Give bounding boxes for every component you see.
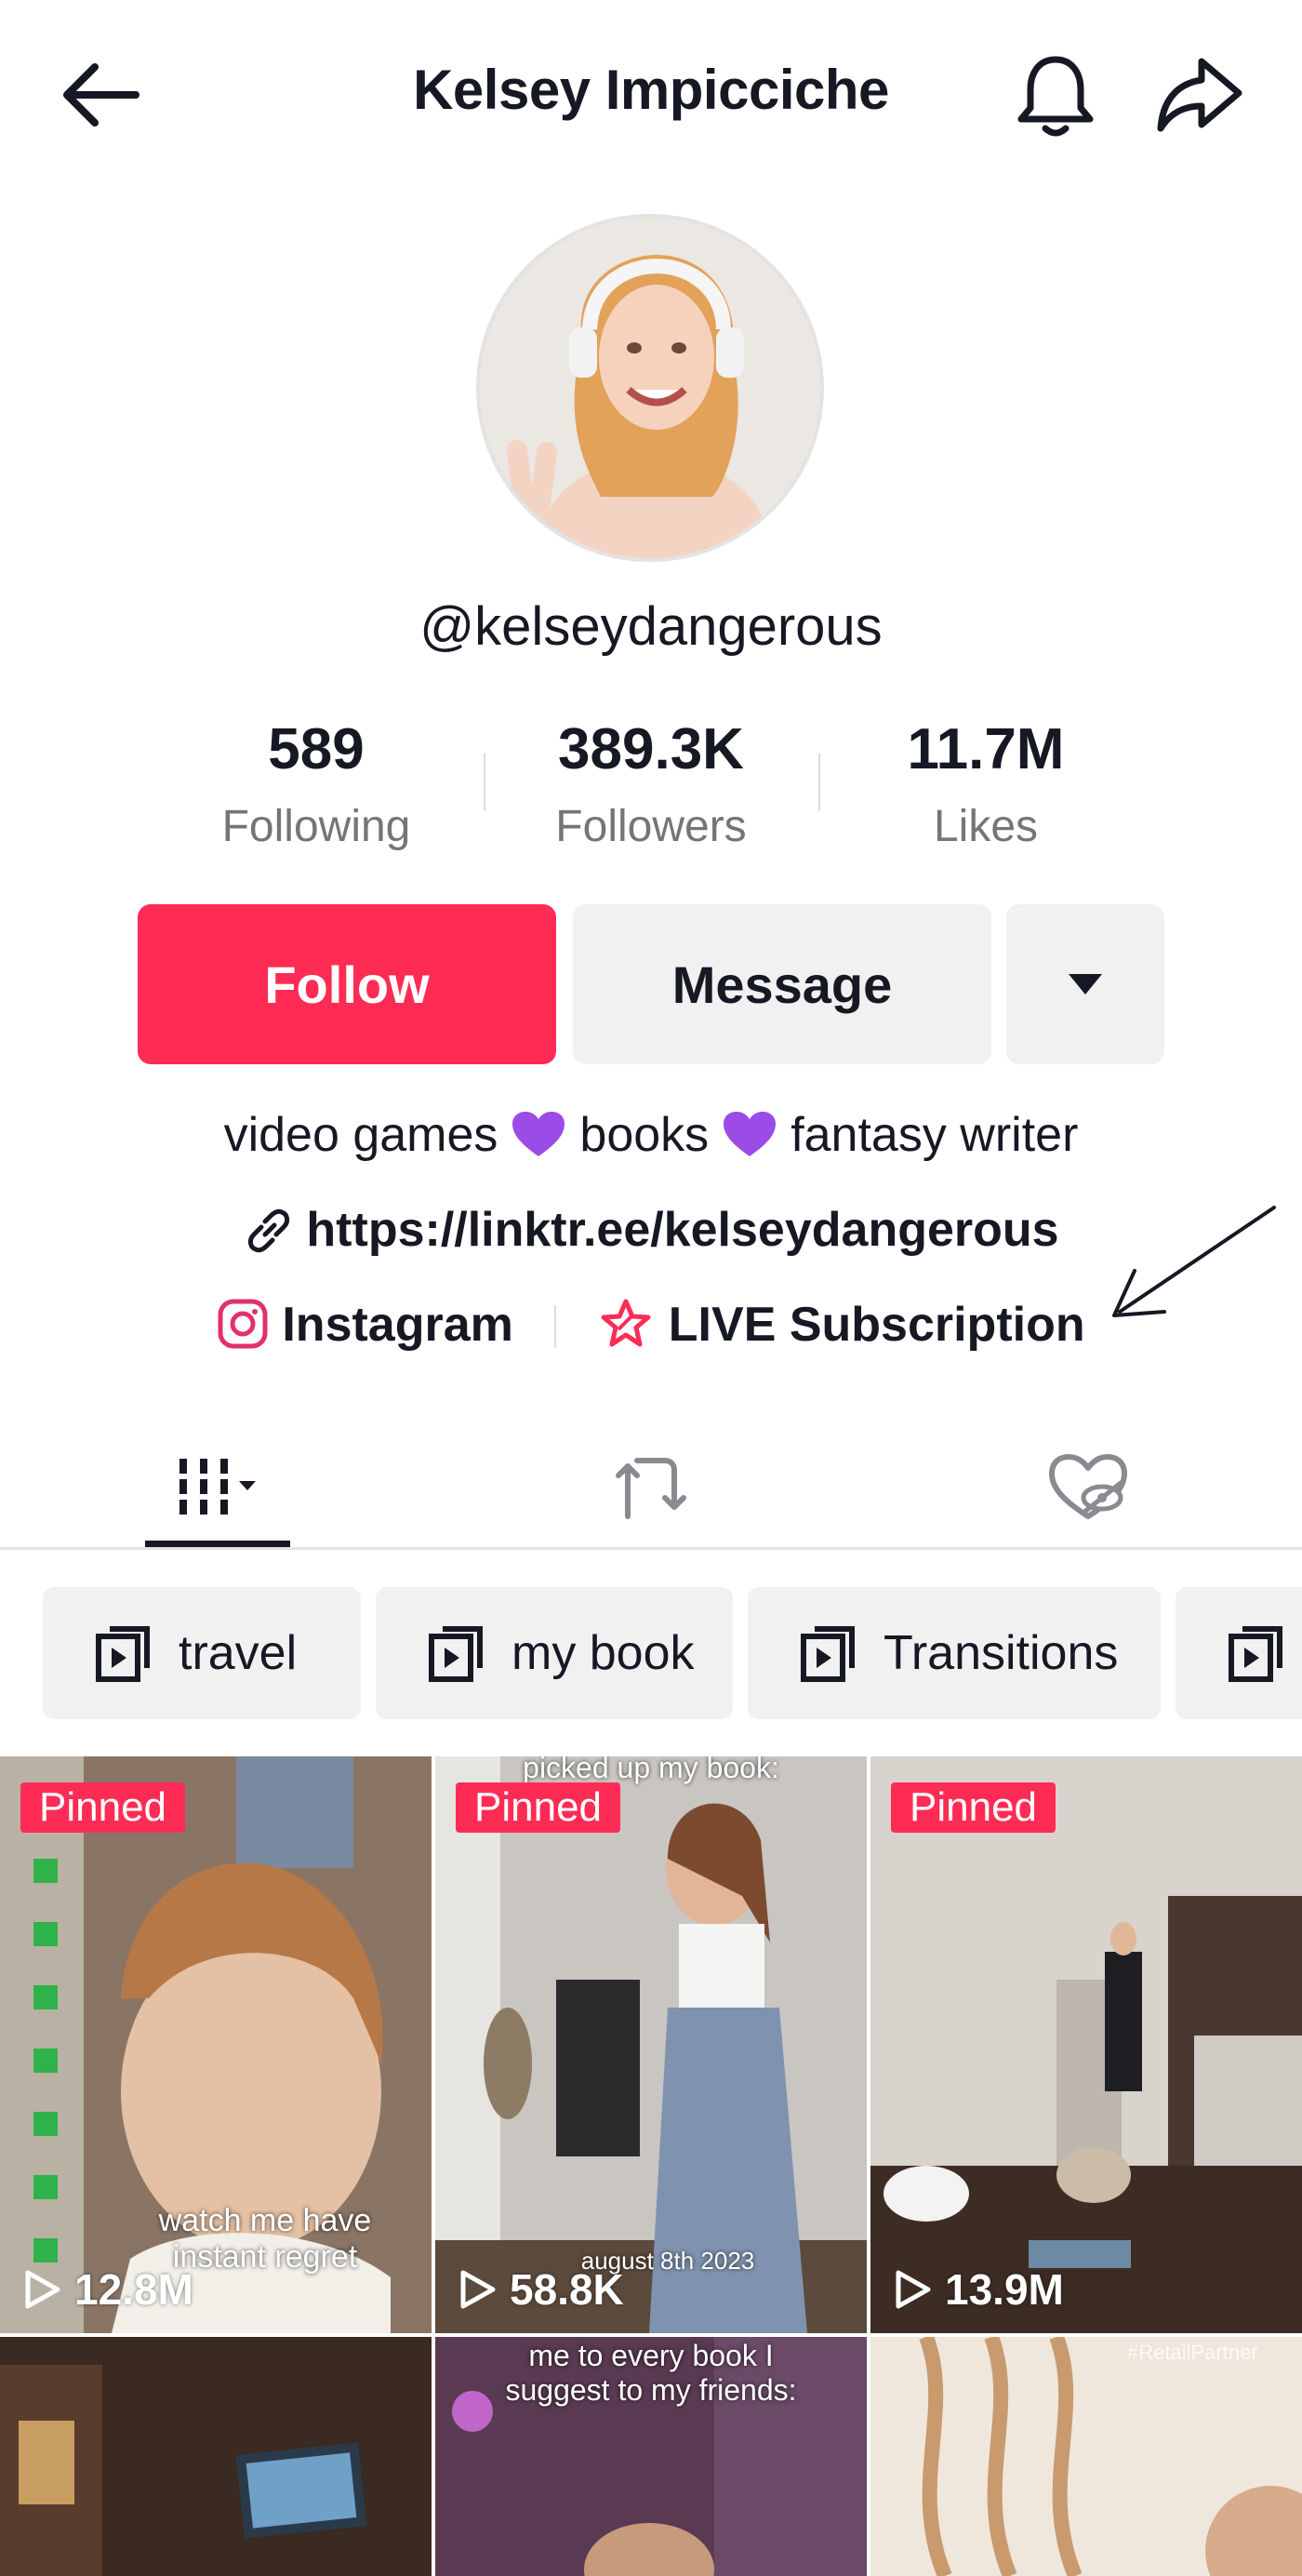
view-count: 58.8K [459,2264,624,2315]
live-subscription-link[interactable]: LIVE Subscription [584,1298,1085,1352]
playlist-label: my book [512,1626,695,1680]
top-bar: Kelsey Impicciche [0,0,1302,186]
bio-link-url: https://linktr.ee/kelseydangerous [306,1203,1059,1257]
stat-divider [818,754,820,811]
likes-count: 11.7M [907,717,1065,781]
pinned-badge: Pinned [456,1782,621,1833]
video-thumbnail[interactable]: Pinned watch me have instant regret 12.8… [0,1756,432,2333]
profile-photo [480,218,820,558]
video-caption-top: picked up my book: [523,1756,779,1784]
live-star-icon [601,1299,651,1347]
message-button[interactable]: Message [573,904,991,1064]
content-tabs [0,1423,1302,1550]
playlist-chip[interactable]: my book [376,1587,733,1719]
play-icon [25,2270,60,2309]
followers-label: Followers [555,802,747,851]
playlist-chip[interactable]: travel [43,1587,361,1719]
video-thumbnail-image [0,2337,432,2576]
live-subscription-label: LIVE Subscription [668,1298,1085,1352]
pinned-badge: Pinned [20,1782,186,1833]
purple-heart-icon [724,1112,777,1156]
tabs-divider [0,1547,1302,1550]
playlist-label: Transitions [884,1626,1119,1680]
bio-text-1: video games [223,1108,498,1162]
playlist-chip[interactable]: l [1176,1587,1302,1719]
bio-text-3: fantasy writer [790,1108,1079,1162]
video-grid: Pinned watch me have instant regret 12.8… [0,1756,1302,2576]
pinned-badge: Pinned [891,1782,1056,1833]
playlist-icon [1229,1626,1282,1682]
tab-reposts[interactable] [577,1423,725,1550]
playlist-icon [801,1626,855,1682]
tab-videos[interactable] [145,1423,290,1550]
purple-heart-icon [512,1112,565,1156]
following-count: 589 [268,717,365,781]
video-thumbnail[interactable]: picked up my book: Pinned august 8th 202… [435,1756,867,2333]
stats-row: 589 Following 389.3K Followers 11.7M Lik… [0,716,1302,865]
share-button[interactable] [1153,50,1246,140]
followers-count: 389.3K [558,717,744,781]
instagram-link[interactable]: Instagram [217,1298,526,1352]
view-count: 12.8M [24,2264,193,2315]
playlist-chips: travel my book Transitions l [0,1587,1302,1719]
more-options-button[interactable] [1006,904,1164,1064]
playlist-icon [429,1626,483,1682]
username: @kelseydangerous [419,596,883,657]
video-thumbnail-image [870,1756,1302,2333]
bell-icon [1017,56,1094,137]
instagram-icon [218,1299,268,1349]
video-thumbnail-image [870,2337,1302,2576]
following-label: Following [221,802,411,851]
share-arrow-icon [1157,58,1242,132]
notification-button[interactable] [1014,50,1097,140]
hidden-heart-icon [1049,1454,1127,1519]
view-count-value: 13.9M [945,2265,1064,2314]
instagram-label: Instagram [282,1298,513,1352]
page-title: Kelsey Impicciche [413,59,889,121]
repost-icon [616,1458,686,1519]
video-thumbnail[interactable] [0,2337,432,2576]
play-icon [460,2270,496,2309]
bio: video games books fantasy writer [0,1107,1302,1163]
video-thumbnail[interactable]: me to every book I suggest to my friends… [435,2337,867,2576]
grid-icon [179,1459,256,1515]
triangle-down-icon [1069,974,1102,994]
play-icon [896,2270,931,2309]
video-thumbnail[interactable]: Pinned 13.9M [870,1756,1302,2333]
follow-button[interactable]: Follow [138,904,556,1064]
video-caption-top: me to every book I suggest to my friends… [505,2339,797,2407]
video-thumbnail[interactable]: #RetailPartner [870,2337,1302,2576]
annotation-arrow-icon [1112,1206,1276,1317]
likes-label: Likes [933,802,1039,851]
view-count-value: 12.8M [74,2265,193,2314]
view-count: 13.9M [895,2264,1064,2315]
playlist-icon [96,1626,150,1682]
stat-followers[interactable]: 389.3K Followers [530,716,772,852]
video-watermark: #RetailPartner [1127,2341,1258,2364]
link-icon [248,1208,290,1253]
stat-divider [484,754,485,811]
avatar[interactable] [476,214,824,562]
view-count-value: 58.8K [510,2265,624,2314]
playlist-chip[interactable]: Transitions [748,1587,1161,1719]
link-separator [554,1305,557,1348]
stat-following[interactable]: 589 Following [195,716,437,852]
playlist-label: travel [179,1626,298,1680]
tab-liked[interactable] [1014,1423,1162,1550]
bio-text-2: books [579,1108,710,1162]
stat-likes[interactable]: 11.7M Likes [865,716,1107,852]
